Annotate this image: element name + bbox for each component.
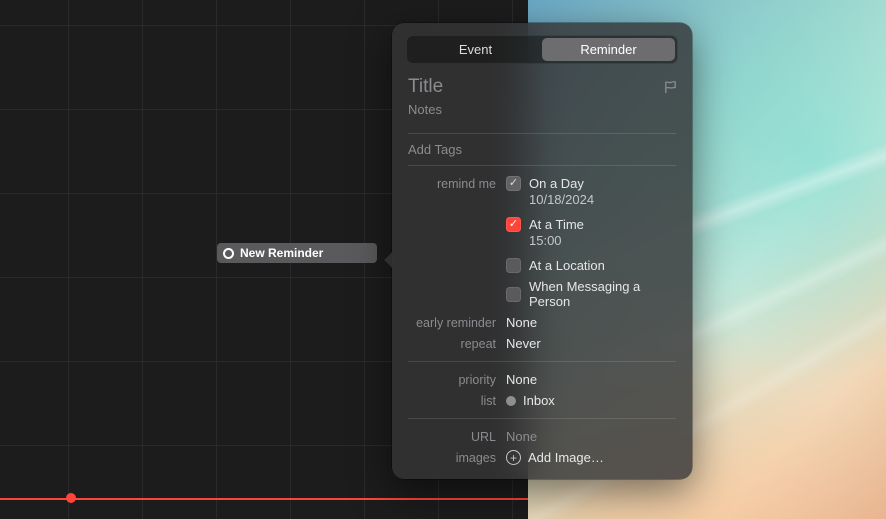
add-image-button[interactable]: + Add Image… [506, 450, 676, 465]
checkbox-at-a-time[interactable]: ✓ At a Time [506, 217, 676, 232]
reminder-popover: Event Reminder remind me ✓ On a Day 10/1… [392, 23, 692, 479]
label-remind-me: remind me [408, 176, 496, 207]
current-time-line [0, 498, 528, 500]
on-a-day-date[interactable]: 10/18/2024 [529, 192, 676, 207]
flag-button[interactable] [663, 78, 678, 96]
url-value[interactable]: None [506, 429, 676, 444]
add-image-label: Add Image… [528, 450, 604, 465]
label-priority: priority [408, 372, 496, 387]
label-url: URL [408, 429, 496, 444]
on-a-day-label: On a Day [529, 176, 584, 191]
reminder-ring-icon [223, 248, 234, 259]
at-a-time-value[interactable]: 15:00 [529, 233, 676, 248]
checkbox-empty-icon [506, 258, 521, 273]
checkbox-when-messaging[interactable]: When Messaging a Person [506, 279, 676, 309]
current-time-dot [66, 493, 76, 503]
divider [408, 133, 676, 134]
label-early-reminder: early reminder [408, 315, 496, 330]
list-color-dot [506, 396, 516, 406]
at-a-time-label: At a Time [529, 217, 584, 232]
priority-value[interactable]: None [506, 372, 676, 387]
tags-field[interactable] [408, 142, 676, 157]
checkbox-empty-icon [506, 287, 521, 302]
label-list: list [408, 393, 496, 408]
plus-circle-icon: + [506, 450, 521, 465]
popover-arrow [384, 251, 393, 269]
check-icon: ✓ [506, 176, 521, 191]
repeat-value[interactable]: Never [506, 336, 676, 351]
checkbox-at-a-location[interactable]: At a Location [506, 258, 676, 273]
list-name: Inbox [523, 393, 555, 408]
label-repeat: repeat [408, 336, 496, 351]
early-reminder-value[interactable]: None [506, 315, 676, 330]
when-messaging-label: When Messaging a Person [529, 279, 676, 309]
tab-event[interactable]: Event [409, 38, 542, 61]
notes-field[interactable] [408, 102, 676, 120]
title-field[interactable] [408, 76, 653, 98]
label-images: images [408, 450, 496, 465]
reminder-chip-label: New Reminder [240, 246, 323, 260]
list-value[interactable]: Inbox [506, 393, 676, 408]
tab-reminder[interactable]: Reminder [542, 38, 675, 61]
reminder-event-chip[interactable]: New Reminder [217, 243, 377, 263]
at-a-location-label: At a Location [529, 258, 605, 273]
checkbox-on-a-day[interactable]: ✓ On a Day [506, 176, 676, 191]
flag-icon [663, 80, 678, 95]
check-icon: ✓ [506, 217, 521, 232]
segmented-control: Event Reminder [406, 35, 678, 64]
